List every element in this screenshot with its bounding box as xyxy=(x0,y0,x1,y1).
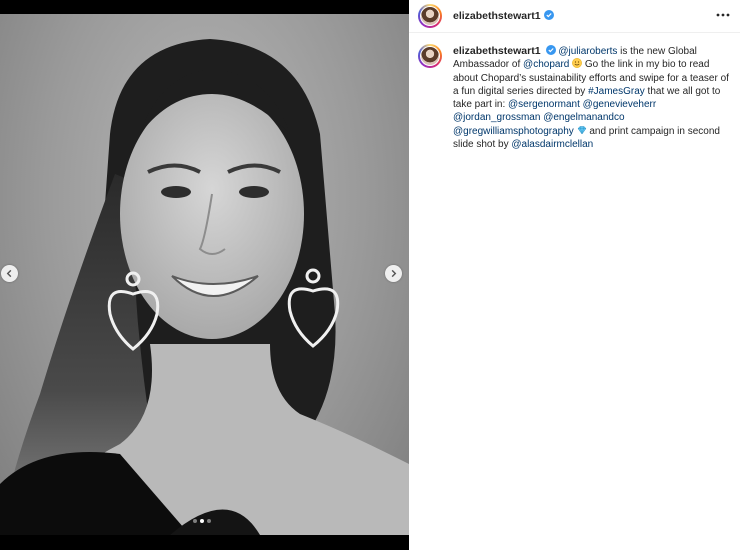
post-details-panel: elizabethstewart1 elizabethstewart1 @jul… xyxy=(409,0,740,550)
next-slide-button[interactable] xyxy=(385,265,402,282)
verified-badge-icon xyxy=(545,45,556,55)
carousel-indicator xyxy=(193,519,211,523)
smile-emoji-icon xyxy=(572,58,583,69)
carousel-dot xyxy=(193,519,197,523)
post-photo[interactable] xyxy=(0,14,409,535)
mention-link[interactable]: @engelmanandco xyxy=(543,112,624,123)
carousel-dot xyxy=(207,519,211,523)
mention-link[interactable]: @chopard xyxy=(523,59,569,70)
verified-badge-icon xyxy=(543,10,554,20)
caption-author-avatar[interactable] xyxy=(418,44,442,68)
post-header: elizabethstewart1 xyxy=(409,0,740,33)
mention-link[interactable]: @sergenormant xyxy=(508,99,580,110)
mention-link[interactable]: @genevieveherr xyxy=(583,99,657,110)
author-avatar[interactable] xyxy=(418,4,442,28)
chevron-left-icon xyxy=(6,269,12,278)
gem-emoji-icon xyxy=(577,126,586,135)
post-caption: elizabethstewart1 @juliaroberts is the n… xyxy=(453,45,735,151)
mention-link[interactable]: @gregwilliamsphotography xyxy=(453,126,574,137)
more-options-icon[interactable] xyxy=(716,9,730,21)
previous-slide-button[interactable] xyxy=(1,265,18,282)
mention-link[interactable]: @juliaroberts xyxy=(558,46,617,57)
mention-link[interactable]: @alasdairmclellan xyxy=(511,139,593,150)
mention-link[interactable]: @jordan_grossman xyxy=(453,112,540,123)
hashtag-link[interactable]: #JamesGray xyxy=(588,86,645,97)
caption-username[interactable]: elizabethstewart1 xyxy=(453,45,541,57)
author-username[interactable]: elizabethstewart1 xyxy=(453,10,554,22)
chevron-right-icon xyxy=(391,269,397,278)
post-media-frame xyxy=(0,0,409,550)
carousel-dot-active xyxy=(200,519,204,523)
